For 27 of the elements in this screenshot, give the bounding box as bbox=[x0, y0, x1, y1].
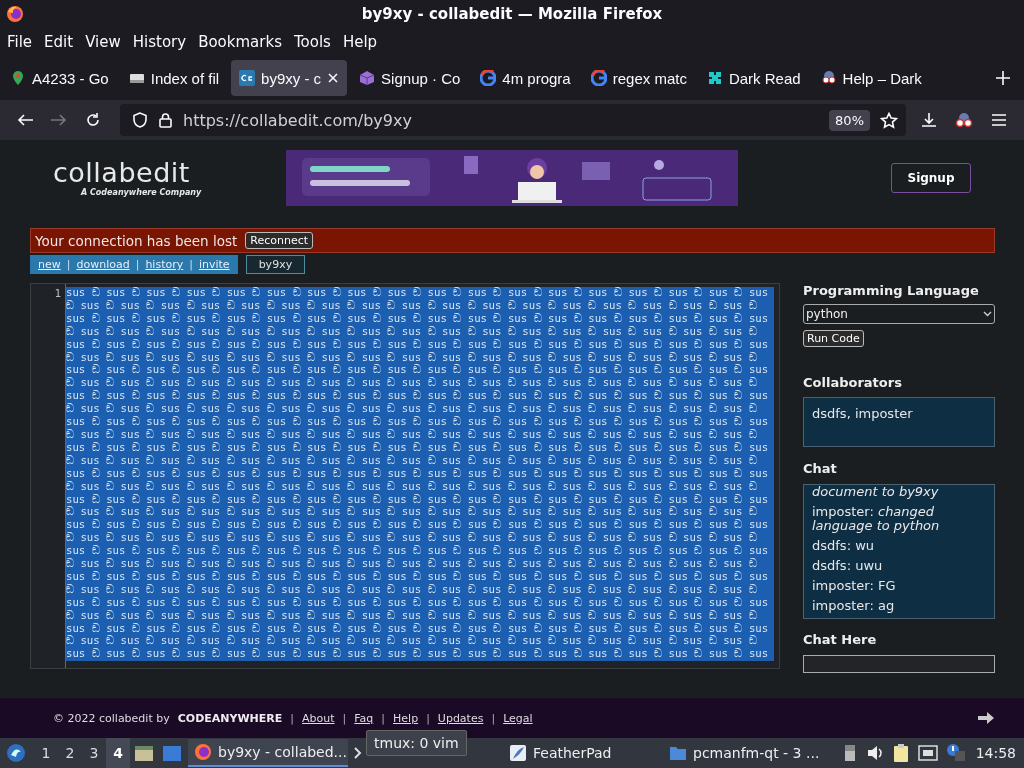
section-heading: Collaborators bbox=[803, 375, 903, 390]
chat-message: document to by9xy bbox=[812, 485, 940, 499]
section-heading: Chat Here bbox=[803, 632, 878, 647]
link-separator: | bbox=[426, 711, 430, 725]
section-heading: Programming Language bbox=[803, 283, 980, 298]
chat-message: imposter: ag bbox=[812, 599, 896, 613]
link-separator: | bbox=[491, 711, 496, 725]
logo-tagline: A Codeanywhere Company bbox=[81, 188, 202, 197]
chat-message: imposter: changed language to python bbox=[812, 505, 941, 533]
chat-message: dsdfs: wu bbox=[812, 539, 875, 553]
collaborator-list: dsdfs, imposter bbox=[812, 406, 913, 421]
tooltip: tmux: 0 vim bbox=[366, 730, 467, 756]
url-text: https://collabedit.com/by9xy bbox=[183, 110, 413, 130]
section-heading: Chat bbox=[803, 461, 838, 476]
link-separator: | bbox=[290, 711, 295, 725]
link-separator: | bbox=[189, 258, 193, 271]
clock: 14:58 bbox=[975, 745, 1016, 761]
window-title: by9xy - collabedit — Mozilla Firefox bbox=[360, 5, 664, 23]
chat-message: imposter: FG bbox=[812, 579, 897, 593]
line-number: 1 bbox=[54, 287, 61, 300]
link-separator: | bbox=[342, 711, 347, 725]
link-separator: | bbox=[66, 258, 71, 271]
link-separator: | bbox=[135, 258, 140, 271]
chat-message: dsdfs: uwu bbox=[812, 559, 884, 573]
link-separator: | bbox=[381, 711, 386, 725]
copyright-text: © 2022 collabedit by bbox=[53, 711, 170, 725]
alert-message: Your connection has been lost bbox=[35, 232, 238, 249]
